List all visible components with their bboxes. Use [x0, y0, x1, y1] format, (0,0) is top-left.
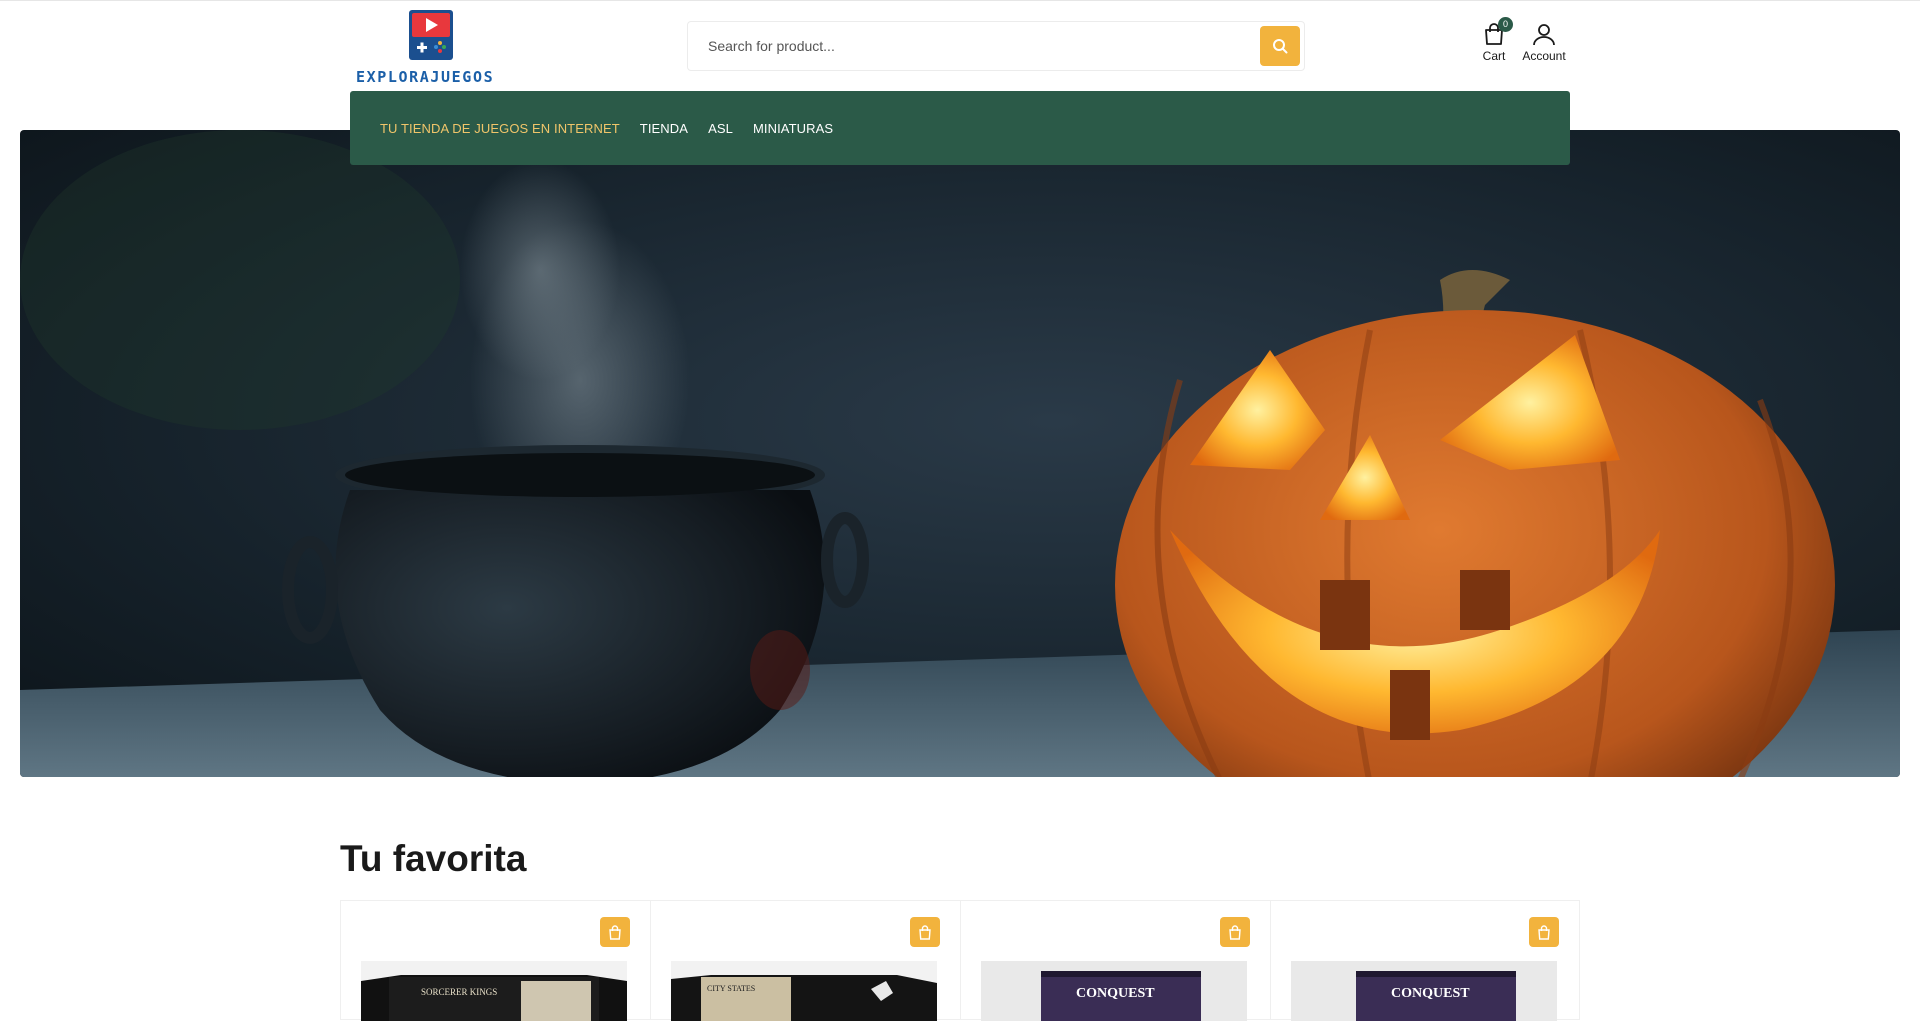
add-to-cart-button[interactable]: [910, 917, 940, 947]
main-nav: TU TIENDA DE JUEGOS EN INTERNET TIENDA A…: [350, 91, 1570, 165]
product-box-text: CONQUEST: [1076, 986, 1155, 1001]
product-image[interactable]: SORCERER KINGS: [361, 961, 627, 1021]
product-card[interactable]: SORCERER KINGS: [340, 900, 650, 1021]
site-logo[interactable]: EXPLORAJUEGOS: [354, 10, 506, 86]
nav-item-home[interactable]: TU TIENDA DE JUEGOS EN INTERNET: [380, 121, 620, 136]
product-box-text: SORCERER KINGS: [421, 987, 497, 997]
product-image[interactable]: CITY STATES: [671, 961, 937, 1021]
search-icon: [1273, 39, 1288, 54]
product-image[interactable]: CONQUEST: [1291, 961, 1557, 1021]
account-button[interactable]: Account: [1518, 22, 1570, 63]
add-to-cart-button[interactable]: [1529, 917, 1559, 947]
product-box-text: CONQUEST: [1391, 986, 1470, 1001]
product-box-text: CITY STATES: [707, 984, 755, 993]
nav-item-tienda[interactable]: TIENDA: [640, 121, 688, 136]
cart-label: Cart: [1482, 49, 1506, 63]
add-to-cart-button[interactable]: [600, 917, 630, 947]
search-input[interactable]: [688, 22, 1248, 70]
user-icon: [1533, 24, 1555, 46]
cart-count-badge: 0: [1498, 17, 1513, 32]
shopping-bag-icon: [919, 924, 931, 940]
product-card[interactable]: CITY STATES: [650, 900, 960, 1021]
product-card[interactable]: CONQUEST: [960, 900, 1270, 1021]
top-border: [0, 0, 1920, 1]
hero-banner[interactable]: [20, 130, 1900, 777]
cart-button[interactable]: 0 Cart: [1474, 17, 1514, 63]
product-image[interactable]: CONQUEST: [981, 961, 1247, 1021]
logo-text: EXPLORAJUEGOS: [356, 68, 495, 86]
shopping-bag-icon: [1538, 924, 1550, 940]
shopping-bag-icon: [1229, 924, 1241, 940]
logo-gamepad-icon: [409, 10, 453, 60]
product-grid: SORCERER KINGS CITY STATES CONQUEST CONQ…: [340, 900, 1580, 1021]
section-title: Tu favorita: [340, 838, 527, 879]
search-bar: [687, 21, 1305, 71]
account-label: Account: [1522, 49, 1566, 63]
search-button[interactable]: [1260, 26, 1300, 66]
product-card[interactable]: CONQUEST: [1270, 900, 1580, 1021]
add-to-cart-button[interactable]: [1220, 917, 1250, 947]
nav-item-asl[interactable]: ASL: [708, 121, 733, 136]
halloween-banner-image: [20, 130, 1900, 777]
shopping-bag-icon: [609, 924, 621, 940]
nav-item-miniaturas[interactable]: MINIATURAS: [753, 121, 833, 136]
